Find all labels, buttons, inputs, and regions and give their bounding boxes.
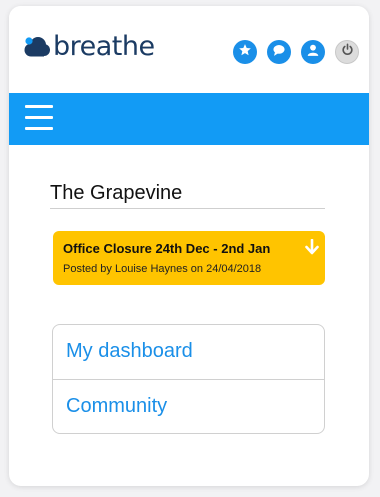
menu-item-label: Community: [66, 395, 168, 417]
star-icon: [238, 43, 252, 62]
user-icon: [306, 43, 320, 62]
brand-name: breathe: [53, 31, 155, 62]
profile-button[interactable]: [301, 40, 325, 64]
messages-button[interactable]: [267, 40, 291, 64]
hamburger-icon: [25, 105, 53, 108]
cloud-logo-icon: [23, 36, 51, 58]
app-header: breathe: [9, 6, 369, 92]
nav-menu-list: My dashboard Community: [52, 324, 325, 434]
menu-item-my-dashboard[interactable]: My dashboard: [53, 325, 324, 378]
nav-bar: [9, 93, 369, 145]
notice-card[interactable]: Office Closure 24th Dec - 2nd Jan Posted…: [53, 231, 325, 285]
header-icon-bar: [233, 40, 359, 64]
hamburger-icon-line: [25, 127, 53, 130]
arrow-down-icon[interactable]: [305, 238, 319, 255]
favourites-button[interactable]: [233, 40, 257, 64]
notice-posted-by: Posted by Louise Haynes on 24/04/2018: [63, 263, 262, 275]
menu-item-community[interactable]: Community: [53, 380, 324, 433]
menu-item-label: My dashboard: [66, 340, 193, 362]
hamburger-menu-button[interactable]: [25, 105, 53, 131]
brand-logo[interactable]: breathe: [23, 32, 155, 62]
chat-icon: [272, 43, 286, 62]
app-screen: breathe The Grapevine Office Closure 24t…: [9, 6, 369, 486]
notice-title: Office Closure 24th Dec - 2nd Jan: [63, 241, 271, 256]
hamburger-icon-line: [25, 116, 53, 119]
power-icon: [341, 43, 354, 61]
logout-button[interactable]: [335, 40, 359, 64]
page-title: The Grapevine: [50, 182, 325, 209]
